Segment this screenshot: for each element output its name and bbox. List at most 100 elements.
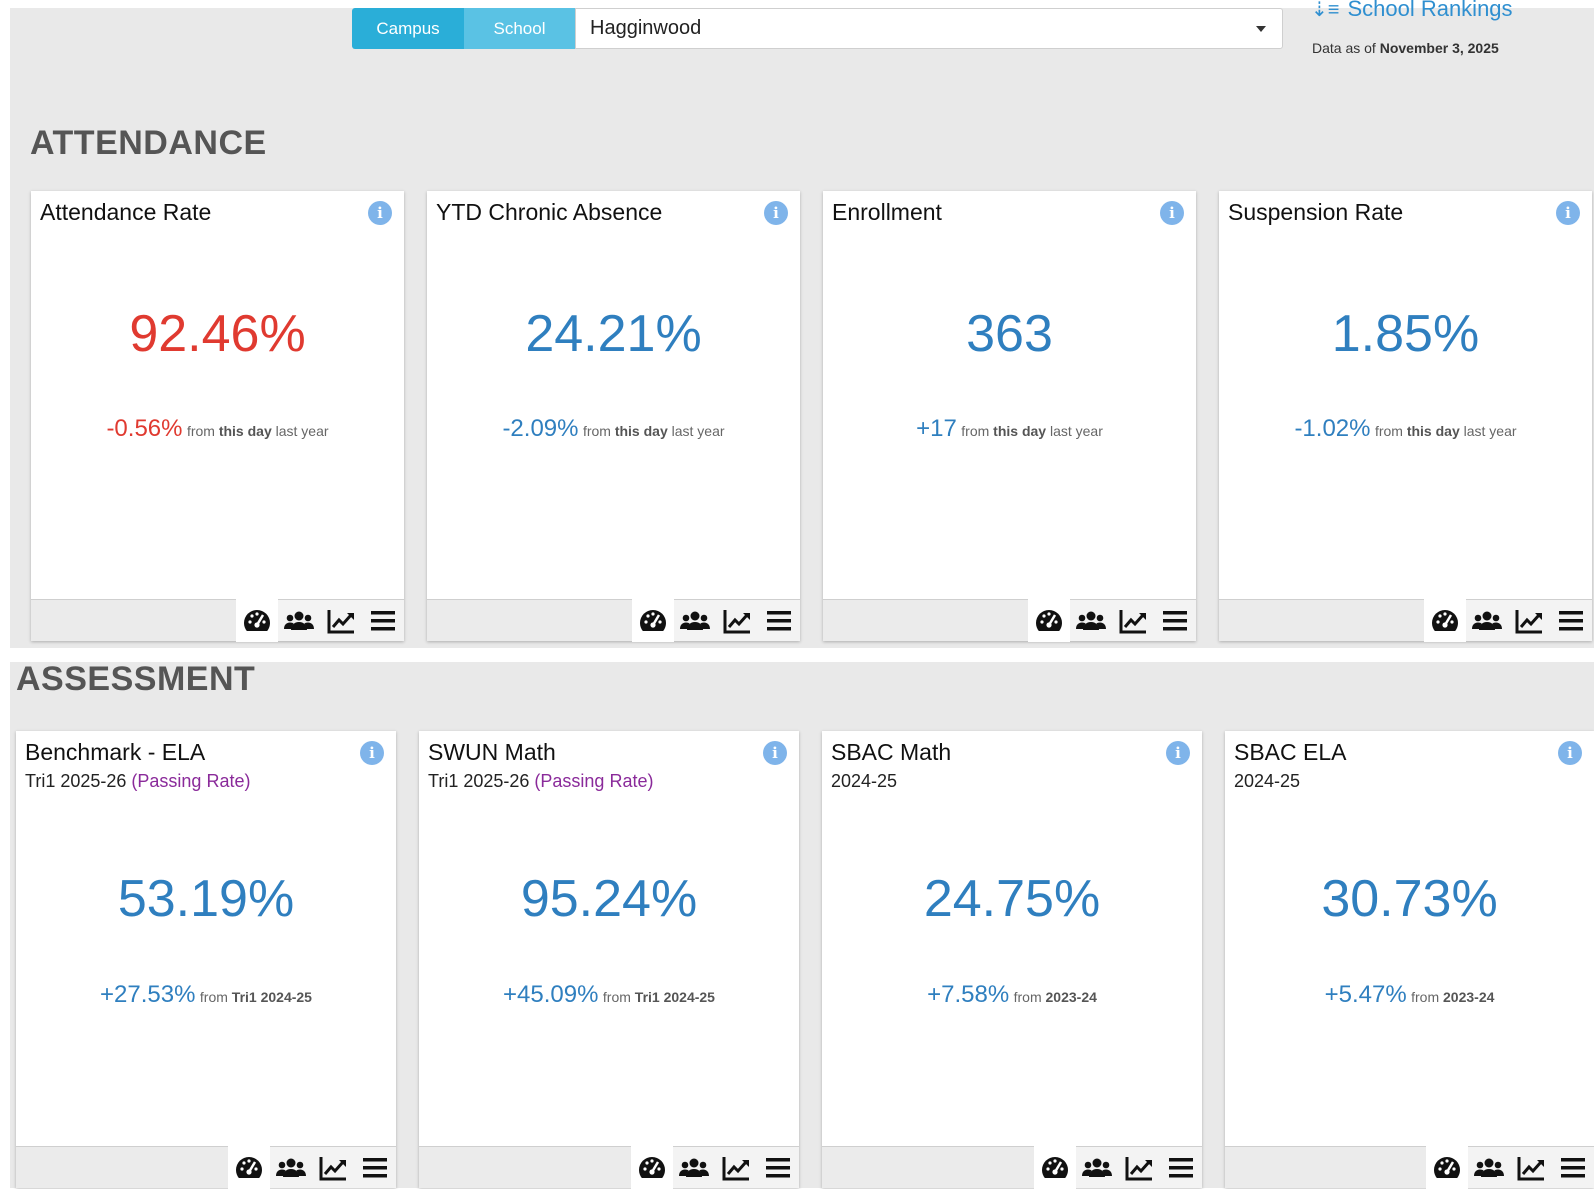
- info-icon[interactable]: i: [360, 741, 384, 765]
- reference-tail: last year: [671, 423, 725, 439]
- info-icon[interactable]: i: [1558, 741, 1582, 765]
- card-period: Tri1 2025-26: [25, 771, 127, 791]
- card-actions: [1028, 598, 1196, 642]
- info-icon[interactable]: i: [1556, 201, 1580, 225]
- metric-change: +45.09% from Tri1 2024-25: [419, 981, 799, 1009]
- change-reference: from 2023-24: [1411, 989, 1494, 1005]
- card-title: YTD Chronic Absence: [436, 199, 663, 225]
- school-toggle-button[interactable]: School: [464, 8, 575, 49]
- users-group-icon[interactable]: [1076, 1147, 1118, 1189]
- reference-period: Tri1 2024-25: [634, 989, 715, 1005]
- attendance-card[interactable]: Attendance Rate i 92.46% -0.56% from this d…: [31, 191, 404, 642]
- users-group-icon[interactable]: [1468, 1147, 1510, 1189]
- caret-down-icon: [1256, 26, 1266, 32]
- card-period: 2024-25: [831, 771, 898, 791]
- gauge-icon[interactable]: [1426, 1145, 1468, 1189]
- assessment-card[interactable]: SWUN Math Tri1 2025-26 (Passing Rate) i 95.…: [419, 731, 799, 1189]
- list-icon[interactable]: [757, 1147, 799, 1189]
- card-action-group: [270, 1146, 396, 1188]
- card-subtitle: Tri1 2025-26 (Passing Rate): [25, 771, 250, 792]
- metric-value: 95.24%: [520, 870, 698, 928]
- users-group-icon[interactable]: [1466, 600, 1508, 642]
- users-group-icon[interactable]: [278, 600, 320, 642]
- gauge-icon[interactable]: [1424, 598, 1466, 642]
- card-actions: [632, 598, 800, 642]
- attendance-card[interactable]: Suspension Rate i 1.85% -1.02% from this da…: [1219, 191, 1592, 642]
- info-icon[interactable]: i: [1166, 741, 1190, 765]
- info-icon[interactable]: i: [368, 201, 392, 225]
- data-asof-date: November 3, 2025: [1379, 40, 1499, 56]
- gauge-icon[interactable]: [1034, 1145, 1076, 1189]
- card-footer: [823, 598, 1196, 642]
- gauge-icon[interactable]: [1028, 598, 1070, 642]
- metric-value: 53.19%: [117, 870, 295, 928]
- card-footer: [1219, 598, 1592, 642]
- list-icon[interactable]: [758, 600, 800, 642]
- metric-change: +7.58% from 2023-24: [822, 981, 1202, 1009]
- school-rankings-link[interactable]: ⇣≡ School Rankings: [1311, 0, 1513, 22]
- attendance-card[interactable]: YTD Chronic Absence i 24.21% -2.09% from th…: [427, 191, 800, 642]
- passing-rate-label: (Passing Rate): [131, 771, 251, 791]
- users-group-icon[interactable]: [673, 1147, 715, 1189]
- metric-change: -2.09% from this day last year: [427, 415, 800, 443]
- gauge-icon[interactable]: [631, 1145, 673, 1189]
- users-group-icon[interactable]: [674, 600, 716, 642]
- attendance-card[interactable]: Enrollment i 363 +17 from this day last yea…: [823, 191, 1196, 642]
- list-icon[interactable]: [354, 1147, 396, 1189]
- reference-period: this day: [614, 423, 668, 439]
- trend-chart-icon[interactable]: [716, 600, 758, 642]
- card-action-group: [674, 599, 800, 641]
- list-icon[interactable]: [1154, 600, 1196, 642]
- card-title: Attendance Rate: [40, 199, 212, 225]
- reference-tail: last year: [1049, 423, 1103, 439]
- change-delta: -2.09%: [502, 415, 579, 442]
- school-select[interactable]: Hagginwood: [575, 8, 1283, 49]
- gauge-icon[interactable]: [632, 598, 674, 642]
- change-reference: from this day last year: [187, 423, 329, 439]
- list-icon[interactable]: [1552, 1147, 1594, 1189]
- trend-chart-icon[interactable]: [715, 1147, 757, 1189]
- reference-tail: last year: [1463, 423, 1517, 439]
- sort-icon: ⇣≡: [1311, 0, 1340, 21]
- metric-value: 92.46%: [129, 305, 306, 363]
- change-reference: from this day last year: [583, 423, 725, 439]
- card-action-group: [278, 599, 404, 641]
- change-delta: +5.47%: [1324, 981, 1407, 1008]
- users-group-icon[interactable]: [1070, 600, 1112, 642]
- trend-chart-icon[interactable]: [1508, 600, 1550, 642]
- data-asof-prefix: Data as of: [1312, 40, 1376, 56]
- metric-change: -0.56% from this day last year: [31, 415, 404, 443]
- gauge-icon[interactable]: [236, 598, 278, 642]
- info-icon[interactable]: i: [764, 201, 788, 225]
- footer-spacer: [1219, 599, 1426, 641]
- metric-change: +27.53% from Tri1 2024-25: [16, 981, 396, 1009]
- trend-chart-icon[interactable]: [1118, 1147, 1160, 1189]
- change-delta: +7.58%: [927, 981, 1010, 1008]
- from-label: from: [1374, 423, 1403, 439]
- gauge-icon[interactable]: [228, 1145, 270, 1189]
- reference-period: this day: [218, 423, 272, 439]
- trend-chart-icon[interactable]: [312, 1147, 354, 1189]
- card-title: Enrollment: [832, 199, 942, 225]
- info-icon[interactable]: i: [1160, 201, 1184, 225]
- reference-tail: last year: [275, 423, 329, 439]
- card-title: Suspension Rate: [1228, 199, 1404, 225]
- card-footer: [16, 1145, 396, 1189]
- assessment-card[interactable]: SBAC ELA 2024-25 i 30.73% +5.47% from 2023-2…: [1225, 731, 1594, 1189]
- assessment-card[interactable]: SBAC Math 2024-25 i 24.75% +7.58% from 2023-…: [822, 731, 1202, 1189]
- card-footer: [31, 598, 404, 642]
- campus-toggle-button[interactable]: Campus: [352, 8, 464, 49]
- info-icon[interactable]: i: [763, 741, 787, 765]
- trend-chart-icon[interactable]: [1112, 600, 1154, 642]
- list-icon[interactable]: [1160, 1147, 1202, 1189]
- card-footer: [419, 1145, 799, 1189]
- metric-change: +17 from this day last year: [823, 415, 1196, 443]
- users-group-icon[interactable]: [270, 1147, 312, 1189]
- list-icon[interactable]: [1550, 600, 1592, 642]
- list-icon[interactable]: [362, 600, 404, 642]
- trend-chart-icon[interactable]: [320, 600, 362, 642]
- trend-chart-icon[interactable]: [1510, 1147, 1552, 1189]
- assessment-card[interactable]: Benchmark - ELA Tri1 2025-26 (Passing Rat…: [16, 731, 396, 1189]
- reference-period: this day: [993, 423, 1047, 439]
- metric-value: 24.21%: [525, 305, 702, 363]
